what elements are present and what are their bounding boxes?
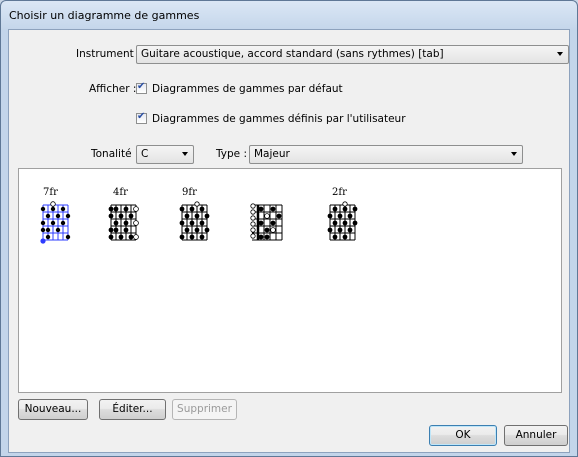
type-value: Majeur <box>254 148 290 160</box>
chevron-down-icon <box>511 152 517 156</box>
scale-diagram-2[interactable] <box>108 204 139 241</box>
default-diagrams-checkbox[interactable] <box>136 81 147 94</box>
scale-diagram-5[interactable] <box>327 201 358 241</box>
edit-button[interactable]: Éditer... <box>99 399 166 420</box>
ok-button[interactable]: OK <box>429 425 497 446</box>
type-dropdown[interactable]: Majeur <box>249 145 523 164</box>
type-label: Type : <box>216 148 247 160</box>
diagram-3-fret-label: 9fr <box>182 187 197 198</box>
instrument-dropdown[interactable]: Guitare acoustique, accord standard (san… <box>136 45 569 64</box>
chevron-down-icon <box>557 52 563 56</box>
cancel-button[interactable]: Annuler <box>504 425 568 446</box>
user-diagrams-label[interactable]: Diagrammes de gammes définis par l'utili… <box>152 113 406 125</box>
instrument-value: Guitare acoustique, accord standard (san… <box>141 48 444 60</box>
scale-diagram-1[interactable] <box>40 201 71 244</box>
key-label: Tonalité : <box>91 148 139 160</box>
key-value: C <box>141 148 149 160</box>
delete-button[interactable]: Supprimer <box>172 399 237 420</box>
diagram-2-fret-label: 4fr <box>113 187 128 198</box>
default-diagrams-label[interactable]: Diagrammes de gammes par défaut <box>152 83 343 95</box>
scale-diagram-list[interactable]: 7fr 4fr 9fr 2fr <box>18 168 562 393</box>
instrument-label: Instrument : <box>76 48 141 60</box>
key-dropdown[interactable]: C <box>136 145 194 164</box>
show-label: Afficher : <box>89 83 137 95</box>
dialog-window: Choisir un diagramme de gammes Instrumen… <box>0 0 578 457</box>
diagram-1-fret-label: 7fr <box>43 187 58 198</box>
user-diagrams-checkbox[interactable] <box>136 111 147 124</box>
diagram-canvas <box>40 201 358 244</box>
scale-diagram-4[interactable] <box>250 203 283 241</box>
diagram-5-fret-label: 2fr <box>332 187 347 198</box>
window-title: Choisir un diagramme de gammes <box>9 9 200 22</box>
new-button[interactable]: Nouveau... <box>18 399 88 420</box>
title-bar[interactable]: Choisir un diagramme de gammes <box>1 1 577 29</box>
scale-diagram-3[interactable] <box>179 201 210 241</box>
chevron-down-icon <box>182 152 188 156</box>
